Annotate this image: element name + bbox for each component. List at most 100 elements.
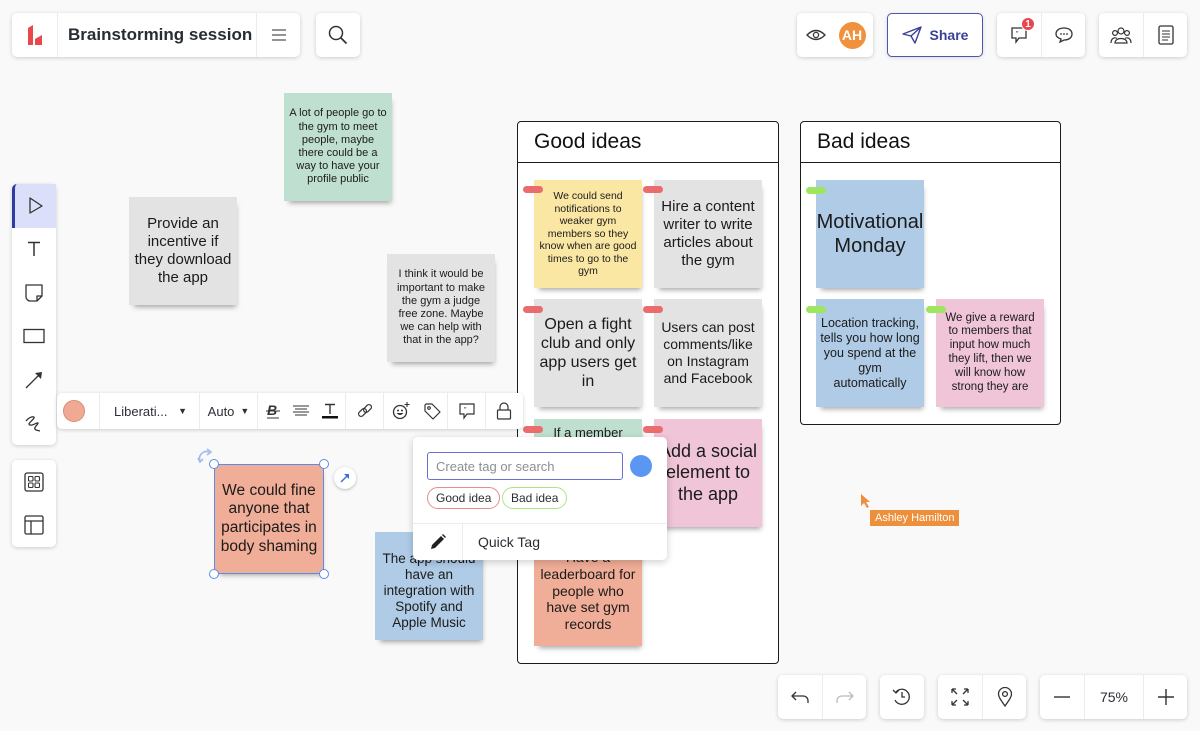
- tool-text[interactable]: [12, 228, 56, 272]
- expand-icon: [951, 688, 969, 706]
- chat-button[interactable]: [1041, 13, 1085, 57]
- redo-button[interactable]: [822, 675, 866, 719]
- tool-freehand[interactable]: [12, 402, 56, 446]
- document-title[interactable]: Brainstorming session: [57, 13, 256, 57]
- sticky-note[interactable]: Provide an incentive if they download th…: [129, 197, 237, 305]
- redo-icon: [835, 691, 854, 703]
- good-idea-tag: [643, 426, 663, 433]
- resize-handle[interactable]: [209, 569, 219, 579]
- text-align-button[interactable]: [287, 393, 315, 429]
- notes-button[interactable]: [1143, 13, 1187, 57]
- search-button[interactable]: [316, 13, 360, 57]
- text-color-button[interactable]: [315, 393, 345, 429]
- bad-idea-tag: [926, 306, 946, 313]
- text-style-button[interactable]: B: [257, 393, 287, 429]
- bad-idea-tag: [806, 306, 826, 313]
- templates-button[interactable]: [12, 460, 56, 504]
- font-family-dropdown[interactable]: Liberati... ▼: [99, 393, 199, 429]
- rotate-handle-icon[interactable]: [197, 448, 213, 464]
- tools-panel: [12, 184, 56, 445]
- tag-popup: Good idea Bad idea Quick Tag: [413, 437, 667, 560]
- navigation-panel: [938, 675, 1026, 719]
- resize-handle[interactable]: [319, 459, 329, 469]
- lock-button[interactable]: [485, 393, 521, 429]
- sticky-note[interactable]: We give a reward to members that input h…: [936, 299, 1044, 407]
- font-size-dropdown[interactable]: Auto ▼: [199, 393, 257, 429]
- sticky-note[interactable]: We could send notifications to weaker gy…: [534, 180, 642, 288]
- avatar-initials: AH: [838, 21, 866, 49]
- tag-color-picker[interactable]: [630, 455, 652, 477]
- good-idea-tag: [523, 426, 543, 433]
- fill-color-swatch: [63, 400, 85, 422]
- eye-icon[interactable]: [797, 13, 835, 57]
- history-button[interactable]: [880, 675, 924, 719]
- locate-button[interactable]: [982, 675, 1026, 719]
- lucid-logo-icon[interactable]: [12, 13, 57, 57]
- link-icon: [357, 403, 372, 418]
- undo-redo-panel: [778, 675, 866, 719]
- sticky-note[interactable]: Motivational Monday: [816, 180, 924, 288]
- text-icon: [28, 242, 40, 257]
- tool-shape[interactable]: [12, 315, 56, 359]
- share-button[interactable]: Share: [887, 13, 983, 57]
- collaborators-button[interactable]: [1099, 13, 1143, 57]
- tag-chip-bad-idea[interactable]: Bad idea: [502, 487, 568, 509]
- tag-chip-good-idea[interactable]: Good idea: [427, 487, 501, 509]
- svg-text:": ": [464, 407, 467, 414]
- collaboration-panel: [1099, 13, 1187, 57]
- create-tag-input[interactable]: [427, 452, 623, 480]
- edit-tags-button[interactable]: [413, 524, 463, 560]
- bad-idea-tag: [806, 187, 826, 194]
- tool-sticky-note[interactable]: [12, 271, 56, 315]
- selection-box: [214, 464, 324, 574]
- user-avatar[interactable]: AH: [835, 13, 869, 57]
- bold-strike-icon: B: [265, 403, 280, 419]
- sticky-note[interactable]: I think it would be important to make th…: [387, 254, 495, 362]
- sticky-note[interactable]: Users can post comments/like on Instagra…: [654, 299, 762, 407]
- chevron-down-icon: ▼: [178, 406, 187, 416]
- sticky-note[interactable]: Location tracking, tells you how long yo…: [816, 299, 924, 407]
- notification-badge: 1: [1021, 17, 1035, 31]
- sticky-note[interactable]: Hire a content writer to write articles …: [654, 180, 762, 288]
- sticky-note[interactable]: Add a social element to the app: [654, 419, 762, 527]
- title-bar: Brainstorming session: [12, 13, 300, 57]
- rectangle-icon: [23, 329, 45, 344]
- document-icon: [1157, 25, 1174, 45]
- tool-select[interactable]: [12, 184, 56, 228]
- zoom-level[interactable]: 75%: [1084, 675, 1143, 719]
- quote-bubble-icon: ": [458, 403, 475, 420]
- history-icon: [892, 688, 910, 705]
- frame-title[interactable]: Bad ideas: [801, 122, 1060, 163]
- collaborator-name-label: Ashley Hamilton: [870, 510, 960, 526]
- chevron-down-icon: ▼: [240, 406, 250, 416]
- layout-icon: [24, 515, 44, 535]
- quote-comments-button[interactable]: " 1: [997, 13, 1041, 57]
- connector-arrow-button[interactable]: [334, 467, 356, 489]
- comment-button[interactable]: ": [447, 393, 485, 429]
- fill-color-picker[interactable]: [57, 393, 87, 429]
- frame-title[interactable]: Good ideas: [518, 122, 778, 163]
- sticky-note[interactable]: Open a fight club and only app users get…: [534, 299, 642, 407]
- quick-tag-row: Quick Tag: [413, 523, 667, 560]
- layout-button[interactable]: [12, 504, 56, 548]
- undo-button[interactable]: [778, 675, 822, 719]
- minus-icon: [1054, 696, 1070, 698]
- undo-icon: [791, 691, 809, 703]
- sticky-note[interactable]: A lot of people go to the gym to meet pe…: [284, 93, 392, 201]
- resize-handle[interactable]: [319, 569, 329, 579]
- link-button[interactable]: [345, 393, 383, 429]
- reaction-button[interactable]: [383, 393, 417, 429]
- tool-line[interactable]: [12, 358, 56, 402]
- pencil-icon: [430, 534, 446, 549]
- arrow-icon: [340, 474, 349, 483]
- fit-to-screen-button[interactable]: [938, 675, 982, 719]
- tag-button[interactable]: [417, 393, 447, 429]
- zoom-out-button[interactable]: [1040, 675, 1084, 719]
- presence-panel: AH: [797, 13, 873, 57]
- people-icon: [1110, 27, 1132, 44]
- good-idea-tag: [643, 306, 663, 313]
- quick-tag-button[interactable]: Quick Tag: [463, 524, 667, 560]
- hamburger-menu-icon[interactable]: [256, 13, 300, 57]
- pointer-icon: [28, 197, 43, 214]
- zoom-in-button[interactable]: [1143, 675, 1187, 719]
